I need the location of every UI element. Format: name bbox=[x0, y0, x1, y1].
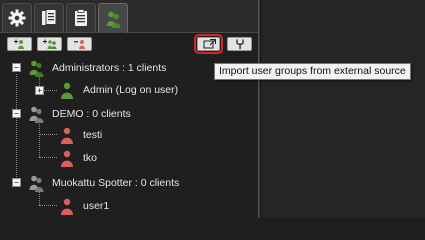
filter-icon bbox=[235, 39, 244, 49]
tree-group-administrators[interactable]: Administrators : 1 clients bbox=[27, 58, 166, 78]
add-group-button[interactable] bbox=[37, 37, 62, 51]
remove-user-button[interactable] bbox=[67, 37, 92, 51]
user-label: Admin (Log on user) bbox=[83, 84, 179, 96]
tree-connector bbox=[39, 157, 57, 158]
tree-group-muokattu-spotter[interactable]: Muokattu Spotter : 0 clients bbox=[27, 173, 179, 193]
import-groups-button[interactable] bbox=[194, 34, 223, 54]
tab-clipboard[interactable] bbox=[66, 3, 96, 32]
user-icon bbox=[61, 127, 73, 144]
user-icon bbox=[61, 150, 73, 167]
add-user-icon bbox=[13, 39, 24, 49]
user-label: user1 bbox=[83, 200, 110, 212]
add-group-icon bbox=[42, 39, 56, 49]
tree-group-demo[interactable]: DEMO : 0 clients bbox=[27, 104, 131, 124]
clients-panel: − + − − Administrators : 1 clients Admin… bbox=[0, 0, 258, 218]
group-label: DEMO : 0 clients bbox=[52, 108, 131, 120]
tab-documents[interactable] bbox=[34, 3, 64, 32]
tab-settings[interactable] bbox=[2, 3, 32, 32]
tab-strip bbox=[0, 0, 258, 33]
users-toolbar bbox=[0, 34, 258, 54]
add-user-button[interactable] bbox=[7, 37, 32, 51]
tree-item-testi[interactable]: testi bbox=[58, 125, 102, 145]
user-label: tko bbox=[83, 152, 98, 164]
tab-users[interactable] bbox=[98, 3, 128, 33]
tree-connector bbox=[39, 134, 57, 135]
remove-user-icon bbox=[73, 40, 85, 49]
group-icon bbox=[29, 60, 44, 77]
tree-connector bbox=[39, 205, 57, 206]
users-icon bbox=[106, 11, 121, 28]
user-icon bbox=[61, 82, 73, 99]
tree-item-user1[interactable]: user1 bbox=[58, 196, 109, 216]
group-label: Administrators : 1 clients bbox=[52, 62, 167, 74]
collapse-toggle[interactable]: − bbox=[12, 63, 21, 72]
collapse-toggle[interactable]: − bbox=[12, 178, 21, 187]
expand-toggle[interactable]: + bbox=[35, 86, 44, 95]
clipboard-icon bbox=[75, 9, 87, 26]
documents-icon bbox=[42, 9, 57, 25]
user-label: testi bbox=[83, 129, 103, 141]
group-icon bbox=[29, 106, 44, 123]
tree-connector bbox=[39, 121, 40, 157]
tree-item-tko[interactable]: tko bbox=[58, 148, 97, 168]
collapse-toggle[interactable]: − bbox=[12, 109, 21, 118]
group-label: Muokattu Spotter : 0 clients bbox=[52, 177, 180, 189]
group-icon bbox=[29, 175, 44, 192]
filter-button[interactable] bbox=[227, 37, 252, 51]
content-area bbox=[261, 0, 425, 218]
tree-connector bbox=[16, 74, 17, 183]
gear-icon bbox=[8, 9, 26, 27]
import-tooltip: Import user groups from external source bbox=[214, 63, 411, 80]
import-groups-icon bbox=[203, 39, 216, 49]
user-icon bbox=[61, 198, 73, 215]
tree-item-admin[interactable]: Admin (Log on user) bbox=[58, 80, 178, 100]
